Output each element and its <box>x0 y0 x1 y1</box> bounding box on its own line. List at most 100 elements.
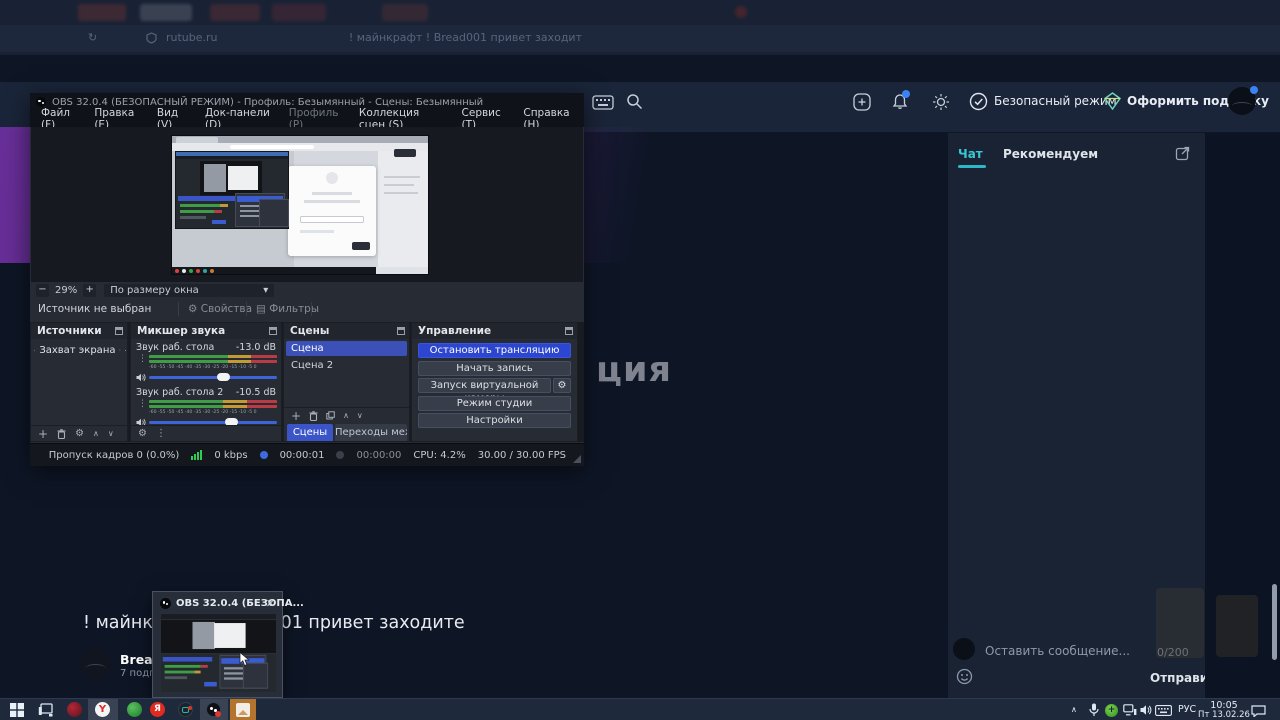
duplicate-scene-icon[interactable] <box>326 411 335 420</box>
theme-sun-icon[interactable] <box>932 93 950 111</box>
start-virtual-camera-button[interactable]: Запуск виртуальной камеры <box>418 378 551 404</box>
stream-live-dot <box>259 451 268 459</box>
popout-icon[interactable] <box>1175 145 1191 161</box>
taskbar-app-image-viewer[interactable] <box>230 699 256 720</box>
browser-tab[interactable] <box>382 4 428 21</box>
mixer-ch2-volume-slider[interactable] <box>149 418 277 426</box>
task-view-icon[interactable] <box>38 703 53 717</box>
add-source-button[interactable]: + <box>38 427 48 441</box>
obs-notification-dot <box>215 711 221 717</box>
close-icon[interactable]: ✕ <box>266 597 275 610</box>
taskbar-app-recorder[interactable] <box>178 702 193 717</box>
tray-clock-date[interactable]: Пт 13.02.26 <box>1196 710 1252 720</box>
properties-button[interactable]: ⚙ Свойства <box>188 303 252 315</box>
browser-tab[interactable] <box>78 4 126 21</box>
dock-pin-icon[interactable] <box>565 327 573 335</box>
page-scrollbar[interactable] <box>1272 584 1277 660</box>
ghost-thumbnail <box>1156 588 1204 658</box>
settings-button[interactable]: Настройки <box>418 413 571 428</box>
chat-input[interactable]: Оставить сообщение... <box>985 644 1130 658</box>
sources-dock: Источники Захват экрана + ⚙ ∧ ∨ <box>30 322 128 442</box>
channel-avatar[interactable] <box>80 648 111 679</box>
tray-language[interactable]: РУС <box>1178 704 1196 715</box>
remove-source-trash-icon[interactable] <box>57 428 66 439</box>
start-recording-button[interactable]: Начать запись <box>418 360 571 376</box>
taskbar-app-green[interactable] <box>127 702 142 717</box>
move-down-icon[interactable]: ∨ <box>108 429 114 438</box>
taskbar-app-yandex-search[interactable]: Я <box>150 702 165 717</box>
browser-tab-title: ! майнкрафт ! Bread001 привет заходит <box>348 31 582 44</box>
tab-transitions[interactable]: Переходы меж... <box>335 424 407 441</box>
controls-dock: Управление Остановить трансляцию Начать … <box>411 322 578 442</box>
scene-item[interactable]: Сцена 2 <box>291 360 333 371</box>
virtual-camera-gear-button[interactable]: ⚙ <box>553 378 571 393</box>
browser-tab[interactable] <box>272 4 326 21</box>
popup-thumbnail[interactable] <box>161 614 276 692</box>
taskbar-thumbnail-popup[interactable]: OBS 32.0.4 (БЕЗОПА... ✕ <box>152 591 304 698</box>
obs-preview-area[interactable] <box>31 127 583 282</box>
tab-recommend[interactable]: Рекомендуем <box>1003 147 1098 161</box>
move-up-icon[interactable]: ∧ <box>343 411 349 420</box>
taskbar-app-opera[interactable] <box>67 702 82 717</box>
add-scene-button[interactable]: + <box>291 409 301 423</box>
scene-item-selected[interactable]: Сцена <box>286 341 407 356</box>
kebab-icon[interactable]: ⋮ <box>138 354 147 364</box>
move-up-icon[interactable]: ∧ <box>93 429 99 438</box>
stop-streaming-button[interactable]: Остановить трансляцию <box>418 343 571 358</box>
studio-mode-button[interactable]: Режим студии <box>418 395 571 411</box>
url-text[interactable]: rutube.ru <box>166 31 218 44</box>
start-button[interactable] <box>10 703 24 717</box>
site-shield-icon <box>146 32 157 44</box>
zoom-in-button[interactable]: + <box>83 284 97 297</box>
tray-chevron-icon[interactable]: ∧ <box>1071 705 1077 714</box>
mixer-header[interactable]: Микшер звука <box>131 323 281 339</box>
obs-docks: Источники Захват экрана + ⚙ ∧ ∨ Микшер з… <box>30 322 584 442</box>
tray-microphone-icon[interactable] <box>1089 703 1099 717</box>
remove-scene-trash-icon[interactable] <box>309 410 318 421</box>
tray-notifications-icon[interactable] <box>1251 704 1266 717</box>
add-icon[interactable] <box>853 93 871 111</box>
source-row-screen-capture[interactable]: Захват экрана <box>34 343 126 357</box>
stream-time: 00:00:01 <box>279 449 325 461</box>
tray-antivirus-icon[interactable]: + <box>1105 704 1118 717</box>
kebab-icon[interactable]: ⋮ <box>156 428 166 439</box>
keyboard-icon[interactable] <box>592 95 614 110</box>
dropped-frames: Пропуск кадров 0 (0.0%) <box>48 449 180 461</box>
tab-scenes[interactable]: Сцены <box>287 424 333 441</box>
tray-keyboard-icon[interactable] <box>1155 705 1172 716</box>
safe-mode-label[interactable]: Безопасный режим <box>994 94 1117 108</box>
reload-icon[interactable]: ↻ <box>88 31 97 44</box>
dock-pin-icon[interactable] <box>115 327 123 335</box>
move-down-icon[interactable]: ∨ <box>357 411 363 420</box>
scenes-header[interactable]: Сцены <box>284 323 409 339</box>
tray-speaker-icon[interactable] <box>1140 704 1152 716</box>
filters-button[interactable]: ▤ Фильтры <box>256 303 319 315</box>
controls-header[interactable]: Управление <box>412 323 577 339</box>
dock-pin-icon[interactable] <box>269 327 277 335</box>
visibility-eye-icon[interactable] <box>119 346 121 354</box>
lock-icon[interactable] <box>125 346 126 355</box>
tray-network-icon[interactable] <box>1123 704 1137 716</box>
source-label: Захват экрана <box>39 344 116 356</box>
avatar-status-dot <box>1250 86 1258 94</box>
sources-header[interactable]: Источники <box>31 323 127 339</box>
tab-chat-underline <box>958 165 986 168</box>
search-icon[interactable] <box>626 93 643 110</box>
dock-pin-icon[interactable] <box>397 327 405 335</box>
cursor-icon <box>239 652 250 667</box>
mixer-settings-gear-icon[interactable]: ⚙ <box>138 428 147 439</box>
browser-tab[interactable] <box>140 4 192 21</box>
window-resize-grip[interactable] <box>573 455 581 463</box>
mixer-ch1-volume-slider[interactable] <box>149 373 277 381</box>
tab-chat[interactable]: Чат <box>958 147 983 161</box>
emoji-icon[interactable] <box>956 668 973 685</box>
zoom-out-button[interactable]: − <box>36 284 49 297</box>
browser-tab[interactable] <box>210 4 260 21</box>
kebab-icon[interactable]: ⋮ <box>138 399 147 409</box>
speaker-icon[interactable] <box>136 373 146 382</box>
taskbar-app-yandex-browser[interactable]: Y <box>95 702 110 717</box>
mixer-ch2-scale: -60 -55 -50 -45 -40 -35 -30 -25 -20 -15 … <box>149 410 257 415</box>
cpu-usage: CPU: 4.2% <box>413 449 466 461</box>
fit-to-window-dropdown[interactable]: По размеру окна ▾ <box>104 284 275 297</box>
source-properties-gear-icon[interactable]: ⚙ <box>75 428 84 439</box>
